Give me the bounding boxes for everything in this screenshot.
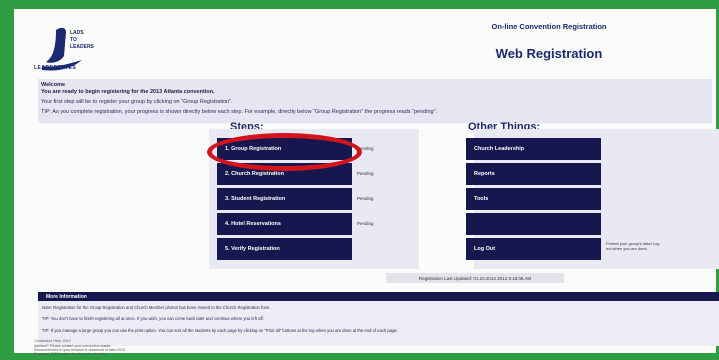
reports-button[interactable]: Reports — [466, 163, 601, 185]
church-leadership-button[interactable]: Church Leadership — [466, 138, 601, 160]
svg-text:LADS: LADS — [70, 30, 84, 36]
highlight-circle — [207, 133, 362, 171]
log-out-note: Protect your group's data! Log out when … — [606, 241, 660, 251]
welcome-panel: Welcome You are ready to begin registeri… — [38, 79, 712, 123]
church-registration-status: Pending — [357, 171, 374, 176]
welcome-heading: Welcome — [41, 82, 66, 88]
student-registration-status: Pending — [357, 196, 374, 201]
more-info-row: TIP: If you manage a large group you can… — [42, 328, 398, 333]
welcome-tip: TIP: As you complete registration, your … — [41, 109, 438, 115]
page-frame: LADS TO LEADERS LEADERETTES On-line Conv… — [14, 9, 719, 356]
svg-text:LEADERS: LEADERS — [70, 44, 95, 50]
last-updated-label: Registration Last Updated: 01.22.2013 20… — [386, 273, 564, 283]
log-out-button[interactable]: Log Out — [466, 238, 601, 260]
verify-registration-button[interactable]: 5. Verify Registration — [217, 238, 352, 260]
more-information-panel: Note: Registration for the Group Registr… — [38, 301, 719, 346]
tools-button[interactable]: Tools — [466, 188, 601, 210]
more-information-header: More Information — [38, 292, 719, 301]
logo-caption: LEADERETTES — [34, 65, 77, 71]
footer-line: Convention Help: 2013 — [34, 339, 71, 343]
hotel-reservations-button[interactable]: 4. Hotel Reservations — [217, 213, 352, 235]
empty-menu-button — [466, 213, 601, 235]
svg-text:TO: TO — [70, 37, 77, 43]
page-title: Web Registration — [495, 46, 603, 61]
page-subtitle: On-line Convention Registration — [491, 22, 607, 31]
welcome-first-step: Your first step will be to register your… — [41, 99, 233, 105]
more-info-row: Note: Registration for the Group Registr… — [42, 305, 271, 310]
more-info-row: TIP: You don't have to finish registerin… — [42, 316, 264, 321]
hotel-reservations-status: Pending — [357, 221, 374, 226]
student-registration-button[interactable]: 3. Student Registration — [217, 188, 352, 210]
footer-line: Copyright 2013 Lads to Leaders / Leadere… — [34, 352, 108, 356]
welcome-intro: You are ready to begin registering for t… — [41, 89, 215, 95]
